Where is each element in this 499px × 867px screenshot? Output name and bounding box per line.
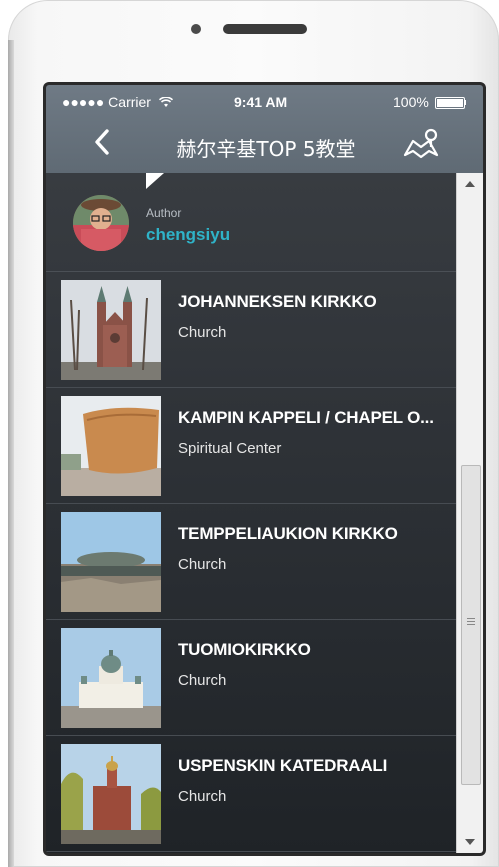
place-list-panel: Author chengsiyu JOHANNEKSEN KIRKKO Chur… [46, 173, 456, 853]
place-list: JOHANNEKSEN KIRKKO Church KAMPIN KAPPELI… [46, 272, 456, 852]
place-title: TEMPPELIAUKION KIRKKO [178, 524, 398, 543]
earpiece-speaker [223, 24, 307, 34]
scrollbar[interactable] [456, 173, 483, 853]
scroll-up-arrow-icon[interactable] [465, 181, 475, 187]
place-thumbnail [61, 744, 161, 844]
status-bar: ●●●●● Carrier 9:41 AM 100% [46, 85, 483, 115]
battery-tip [464, 100, 466, 105]
place-thumbnail [61, 280, 161, 380]
place-type: Church [178, 556, 227, 573]
place-title: JOHANNEKSEN KIRKKO [178, 292, 377, 311]
place-thumbnail [61, 628, 161, 728]
chevron-left-icon [95, 129, 109, 155]
battery-fill [437, 99, 463, 107]
list-item[interactable]: TEMPPELIAUKION KIRKKO Church [46, 504, 456, 620]
wifi-icon [158, 96, 173, 107]
avatar-image [73, 195, 129, 251]
phone-side-edge [8, 40, 14, 867]
carrier-signal: ●●●●● Carrier [62, 94, 173, 110]
scroll-down-arrow-icon[interactable] [465, 839, 475, 845]
list-item[interactable]: JOHANNEKSEN KIRKKO Church [46, 272, 456, 388]
page-title: 赫尔辛基TOP 5教堂 [176, 137, 356, 161]
place-thumbnail [61, 396, 161, 496]
phone-screen: ●●●●● Carrier 9:41 AM 100% 赫尔辛基TOP 5教堂 A… [46, 85, 483, 853]
map-button[interactable] [402, 127, 442, 161]
author-section: Author chengsiyu [46, 173, 456, 272]
place-type: Church [178, 788, 227, 805]
author-label: Author [146, 206, 182, 220]
list-item[interactable]: TUOMIOKIRKKO Church [46, 620, 456, 736]
scroll-grip-icon [467, 618, 475, 619]
place-title: KAMPIN KAPPELI / CHAPEL O... [178, 408, 434, 427]
author-pointer [146, 173, 164, 189]
app-header: ●●●●● Carrier 9:41 AM 100% 赫尔辛基TOP 5教堂 [46, 85, 483, 173]
navigation-bar: 赫尔辛基TOP 5教堂 [46, 115, 483, 173]
front-camera [191, 24, 201, 34]
place-title: TUOMIOKIRKKO [178, 640, 311, 659]
author-name[interactable]: chengsiyu [146, 225, 230, 245]
status-time: 9:41 AM [234, 94, 288, 110]
place-title: USPENSKIN KATEDRAALI [178, 756, 388, 775]
list-item[interactable]: USPENSKIN KATEDRAALI Church [46, 736, 456, 852]
map-pin-icon [403, 128, 439, 159]
battery-icon [435, 97, 465, 109]
list-item[interactable]: KAMPIN KAPPELI / CHAPEL O... Spiritual C… [46, 388, 456, 504]
scroll-thumb[interactable] [461, 465, 481, 785]
place-type: Church [178, 672, 227, 689]
back-button[interactable] [94, 129, 118, 159]
place-thumbnail [61, 512, 161, 612]
avatar[interactable] [73, 195, 129, 251]
battery-percent: 100% [393, 94, 429, 110]
phone-frame: ●●●●● Carrier 9:41 AM 100% 赫尔辛基TOP 5教堂 A… [8, 0, 499, 867]
place-type: Spiritual Center [178, 440, 282, 457]
place-type: Church [178, 324, 227, 341]
